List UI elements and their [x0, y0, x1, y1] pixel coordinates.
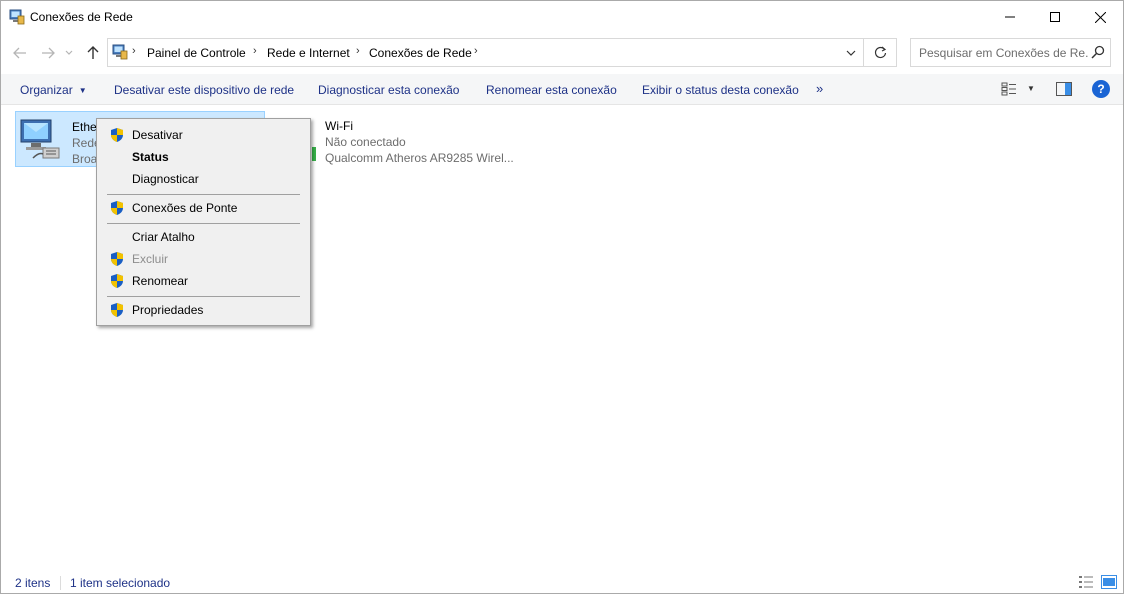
- change-view-icon[interactable]: [1001, 82, 1017, 96]
- arrow-up-icon: [87, 46, 99, 59]
- large-icons-view-icon[interactable]: [1101, 575, 1117, 589]
- caret-down-icon: ▼: [78, 86, 87, 95]
- menu-item-properties[interactable]: Propriedades: [99, 299, 308, 321]
- item-device: Qualcomm Atheros AR9285 Wirel...: [325, 151, 514, 165]
- network-connections-icon: [9, 9, 25, 25]
- uac-shield-icon: [111, 128, 123, 142]
- refresh-icon: [874, 46, 886, 59]
- uac-shield-icon: [111, 274, 123, 288]
- menu-separator: [107, 194, 300, 195]
- close-icon: [1094, 11, 1106, 23]
- menu-item-label: Desativar: [132, 128, 183, 142]
- navigation-bar: › Painel de Controle › Rede e Internet ›…: [1, 35, 1123, 71]
- chevron-down-icon: [65, 50, 73, 55]
- title-bar: Conexões de Rede: [1, 1, 1123, 33]
- help-icon[interactable]: ?: [1092, 80, 1110, 98]
- menu-item-rename[interactable]: Renomear: [99, 270, 308, 292]
- address-history-button[interactable]: [843, 45, 859, 61]
- back-button[interactable]: [11, 44, 29, 62]
- chevron-down-icon: [846, 50, 856, 56]
- menu-item-label: Diagnosticar: [132, 172, 199, 186]
- item-count: 2 itens: [15, 576, 51, 590]
- view-status-button[interactable]: Exibir o status desta conexão: [642, 83, 799, 97]
- uac-shield-icon: [111, 201, 123, 215]
- item-name: Wi-Fi: [325, 119, 353, 133]
- arrow-right-icon: [42, 47, 55, 59]
- forward-button[interactable]: [39, 44, 57, 62]
- refresh-button[interactable]: [864, 38, 897, 67]
- ethernet-adapter-icon: [20, 119, 60, 159]
- breadcrumb-separator-icon[interactable]: ›: [132, 45, 136, 57]
- breadcrumb-network-connections[interactable]: Conexões de Rede: [369, 46, 472, 60]
- menu-item-label: Conexões de Ponte: [132, 201, 238, 215]
- search-input[interactable]: Pesquisar em Conexões de Re...: [919, 46, 1089, 60]
- network-connections-icon: [112, 44, 128, 60]
- breadcrumb-network-internet[interactable]: Rede e Internet: [267, 46, 350, 60]
- breadcrumb-separator-icon[interactable]: ›: [474, 45, 478, 57]
- uac-shield-icon: [111, 303, 123, 317]
- explorer-window: Conexões de Rede › Painel de Controle › …: [0, 0, 1124, 594]
- view-options-caret-icon[interactable]: ▼: [1027, 84, 1035, 93]
- details-view-icon[interactable]: [1078, 575, 1094, 589]
- recent-locations-button[interactable]: [63, 44, 75, 62]
- preview-pane-icon[interactable]: [1056, 82, 1072, 96]
- menu-item-delete: Excluir: [99, 248, 308, 270]
- item-status: Não conectado: [325, 135, 406, 149]
- breadcrumb-separator-icon[interactable]: ›: [356, 45, 360, 57]
- organize-menu[interactable]: Organizar ▼: [20, 83, 87, 97]
- menu-item-status[interactable]: Status: [99, 146, 308, 168]
- menu-item-bridge-connections[interactable]: Conexões de Ponte: [99, 197, 308, 219]
- address-bar[interactable]: › Painel de Controle › Rede e Internet ›…: [107, 38, 864, 67]
- menu-item-label: Criar Atalho: [132, 230, 195, 244]
- menu-item-label: Renomear: [132, 274, 189, 288]
- status-divider: [60, 576, 61, 590]
- organize-label: Organizar: [20, 83, 73, 97]
- maximize-button[interactable]: [1032, 1, 1078, 33]
- uac-shield-icon: [111, 252, 123, 266]
- menu-item-label: Status: [132, 150, 169, 164]
- arrow-left-icon: [13, 47, 26, 59]
- menu-separator: [107, 296, 300, 297]
- minimize-icon: [1005, 16, 1015, 18]
- item-name: Ethe: [72, 120, 97, 134]
- menu-item-label: Excluir: [132, 252, 169, 266]
- minimize-button[interactable]: [987, 1, 1033, 33]
- search-box[interactable]: Pesquisar em Conexões de Re...: [910, 38, 1111, 67]
- item-device: Broa: [72, 152, 98, 166]
- menu-item-create-shortcut[interactable]: Criar Atalho: [99, 226, 308, 248]
- maximize-icon: [1050, 12, 1060, 22]
- menu-separator: [107, 223, 300, 224]
- command-bar: Organizar ▼ Desativar este dispositivo de…: [1, 74, 1123, 105]
- selection-count: 1 item selecionado: [70, 576, 171, 590]
- window-title: Conexões de Rede: [30, 10, 133, 24]
- more-commands-button[interactable]: »: [816, 81, 823, 96]
- breadcrumb-control-panel[interactable]: Painel de Controle: [147, 46, 246, 60]
- diagnose-connection-button[interactable]: Diagnosticar esta conexão: [318, 83, 459, 97]
- rename-connection-button[interactable]: Renomear esta conexão: [486, 83, 617, 97]
- context-menu: Desativar Status Diagnosticar Conexões d…: [96, 118, 311, 326]
- close-button[interactable]: [1077, 1, 1123, 33]
- disable-device-button[interactable]: Desativar este dispositivo de rede: [114, 83, 294, 97]
- search-icon[interactable]: [1091, 45, 1105, 59]
- menu-item-diagnose[interactable]: Diagnosticar: [99, 168, 308, 190]
- status-bar: 2 itens 1 item selecionado: [1, 572, 1123, 594]
- menu-item-label: Propriedades: [132, 303, 204, 317]
- menu-item-disable[interactable]: Desativar: [99, 124, 308, 146]
- breadcrumb-separator-icon[interactable]: ›: [253, 45, 257, 57]
- up-button[interactable]: [84, 44, 102, 62]
